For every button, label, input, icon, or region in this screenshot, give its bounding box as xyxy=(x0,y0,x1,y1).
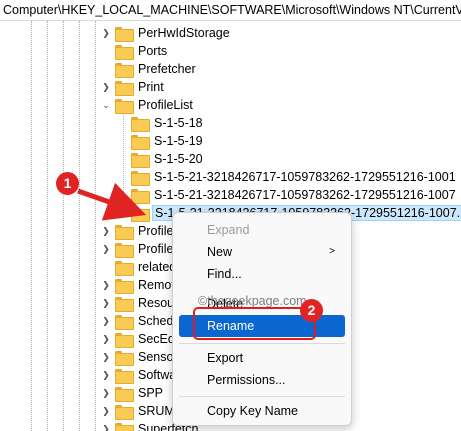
callout-badge-1: 1 xyxy=(56,172,79,195)
rename-highlight-box xyxy=(193,307,316,340)
callout-badge-2: 2 xyxy=(300,299,323,322)
callout-arrow xyxy=(77,182,147,221)
